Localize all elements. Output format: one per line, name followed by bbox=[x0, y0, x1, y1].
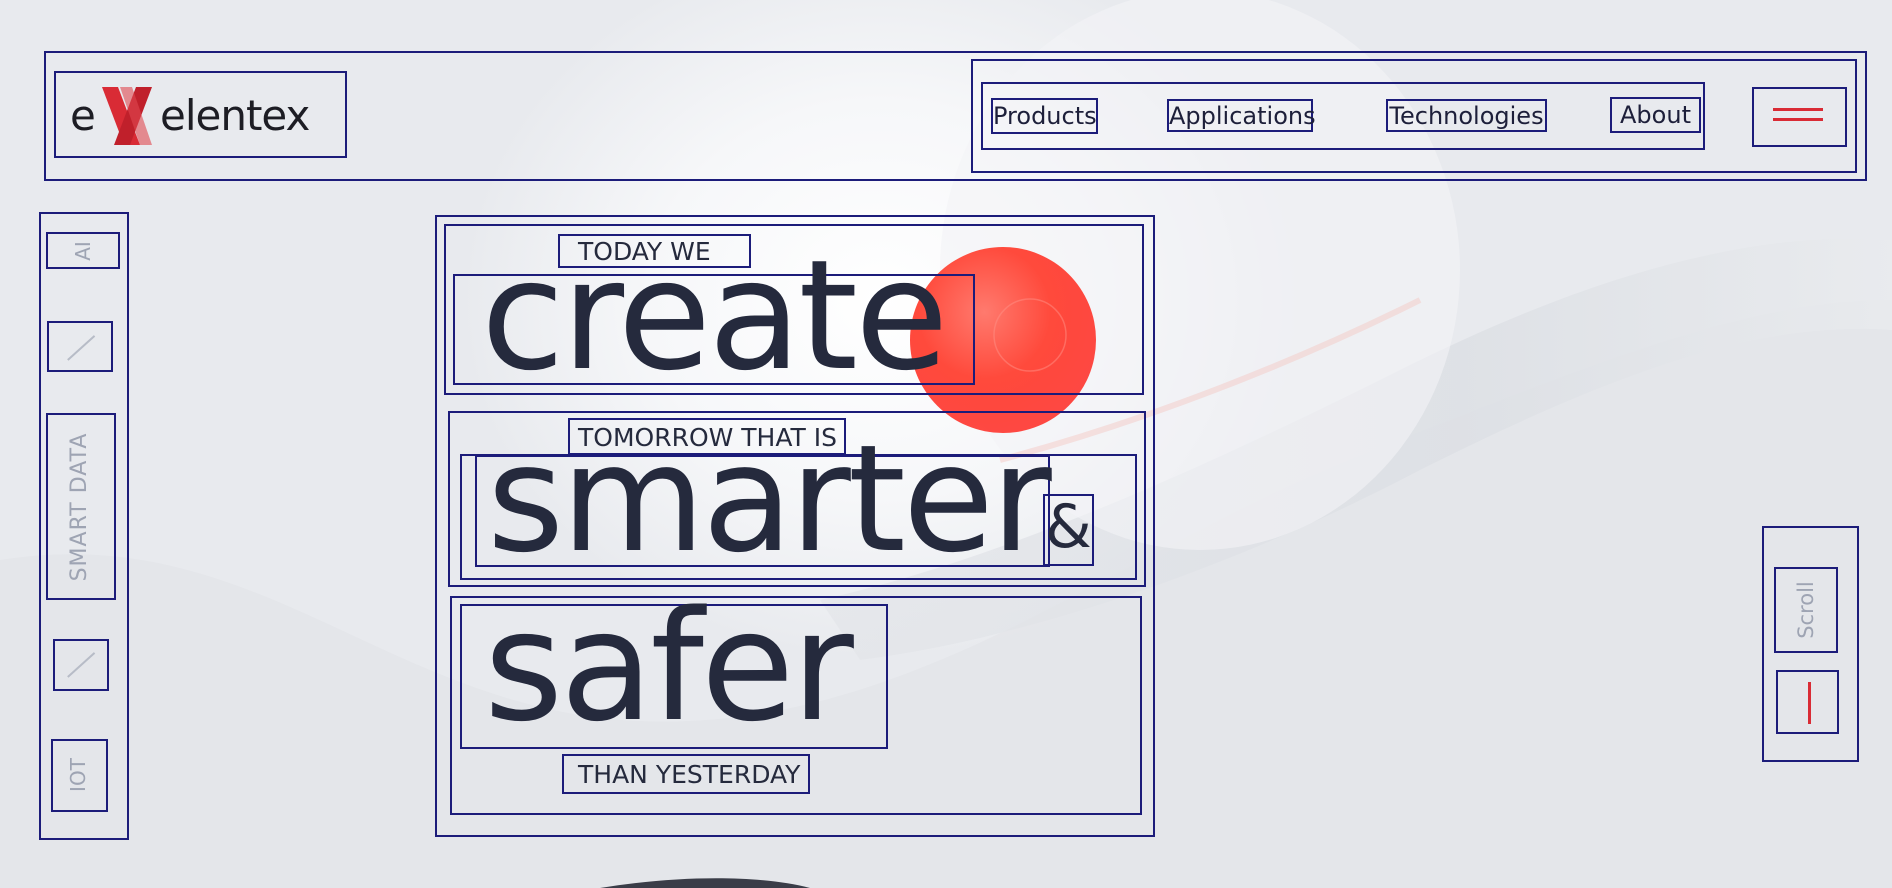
side-item-label: AI bbox=[71, 241, 95, 261]
headline-word: safer bbox=[484, 578, 854, 755]
side-item-ai[interactable]: AI bbox=[46, 232, 120, 269]
scroll-label-box: Scroll bbox=[1774, 567, 1838, 653]
nav-item-label: About bbox=[1620, 101, 1691, 129]
hero-ampersand: & bbox=[1043, 494, 1094, 566]
ampersand: & bbox=[1045, 492, 1092, 562]
side-item-label: SMART DATA bbox=[67, 432, 92, 582]
side-divider-2 bbox=[53, 639, 109, 691]
nav-item-about[interactable]: About bbox=[1610, 97, 1701, 133]
side-item-smart-data[interactable]: SMART DATA bbox=[46, 413, 116, 600]
kicker-text: THAN YESTERDAY bbox=[578, 760, 801, 789]
hero-word-safer: safer bbox=[460, 591, 888, 749]
nav-item-label: Technologies bbox=[1389, 102, 1544, 130]
svg-text:elentex: elentex bbox=[160, 91, 310, 140]
scroll-line-box bbox=[1776, 670, 1839, 734]
side-item-label: IOT bbox=[66, 758, 90, 792]
nav-item-applications[interactable]: Applications bbox=[1167, 99, 1316, 132]
nav-item-technologies[interactable]: Technologies bbox=[1386, 99, 1547, 132]
logo-mark: e elentex bbox=[70, 87, 311, 145]
side-item-iot[interactable]: IOT bbox=[51, 739, 108, 812]
svg-text:e: e bbox=[70, 91, 96, 140]
scroll-line-icon bbox=[1808, 682, 1811, 724]
hero-kicker-3: THAN YESTERDAY bbox=[562, 754, 810, 794]
logo[interactable]: e elentex eXelentex bbox=[54, 71, 347, 158]
scroll-label: Scroll bbox=[1794, 581, 1818, 639]
nav-item-products[interactable]: Products bbox=[991, 98, 1098, 134]
nav-item-label: Products bbox=[993, 102, 1097, 130]
headline-word: create bbox=[481, 227, 948, 404]
hero-word-create: create bbox=[453, 240, 975, 392]
menu-button[interactable] bbox=[1752, 87, 1847, 147]
side-divider-1 bbox=[47, 321, 113, 372]
nav-item-label: Applications bbox=[1169, 102, 1316, 130]
hero-word-smarter: smarter bbox=[475, 425, 1052, 573]
headline-word: smarter bbox=[487, 413, 1052, 585]
hamburger-icon bbox=[1773, 108, 1823, 122]
